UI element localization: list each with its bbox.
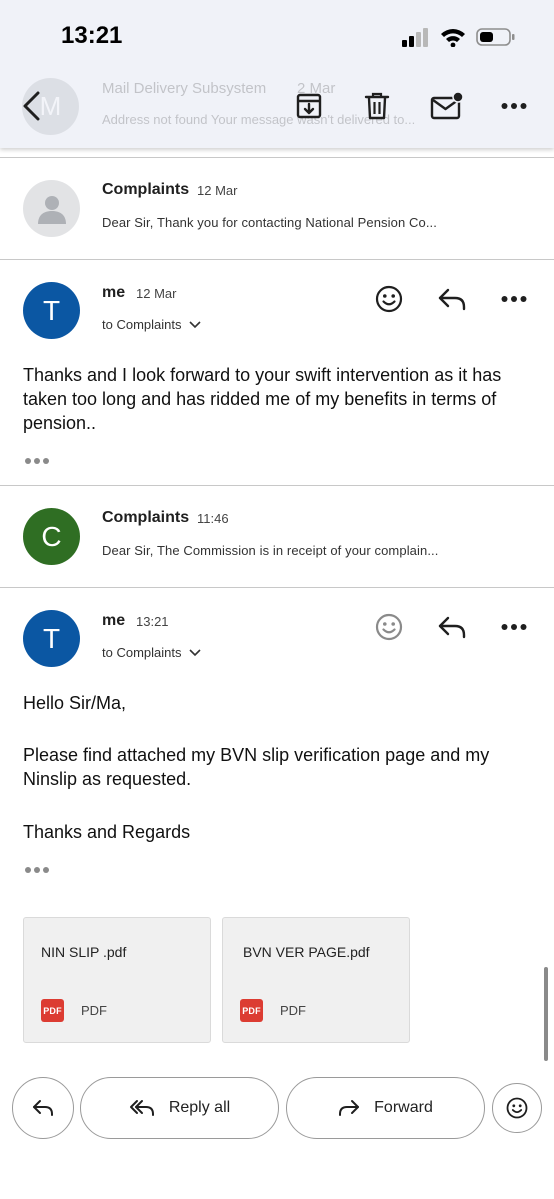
back-icon	[23, 91, 40, 121]
message-date: 12 Mar	[197, 183, 238, 198]
reply-all-button[interactable]: Reply all	[80, 1077, 279, 1139]
more-icon	[501, 103, 527, 109]
attachment-card[interactable]: BVN VER PAGE.pdf PDF PDF	[222, 917, 410, 1043]
scrollbar[interactable]	[544, 967, 548, 1061]
add-reaction-button[interactable]	[371, 609, 407, 645]
expanded-message: T me 13:21 to Complaints Hello Sir/Ma, P…	[0, 588, 554, 908]
attachment-name: BVN VER PAGE.pdf	[243, 944, 370, 960]
reply-icon	[33, 1100, 53, 1116]
pdf-icon: PDF	[240, 999, 263, 1022]
chevron-down-icon	[189, 648, 202, 656]
pdf-icon: PDF	[41, 999, 64, 1022]
add-reaction-button[interactable]	[371, 281, 407, 317]
message-date: 13:21	[136, 614, 169, 629]
cellular-signal-icon	[402, 28, 428, 47]
back-button[interactable]	[14, 88, 50, 124]
delete-button[interactable]	[359, 88, 395, 124]
attachment-card[interactable]: NIN SLIP .pdf PDF PDF	[23, 917, 211, 1043]
sender-name: me	[102, 612, 126, 629]
reply-button[interactable]	[434, 609, 470, 645]
collapsed-message[interactable]: C Complaints 11:46 Dear Sir, The Commiss…	[0, 486, 554, 587]
recipients-label: to Complaints	[102, 645, 182, 660]
mark-unread-button[interactable]	[427, 88, 467, 124]
emoji-icon	[506, 1097, 528, 1119]
sender-name: Complaints	[102, 181, 190, 198]
forward-button[interactable]: Forward	[286, 1077, 485, 1139]
message-body: Thanks and I look forward to your swift …	[23, 365, 502, 433]
emoji-icon	[375, 285, 403, 313]
more-icon	[501, 624, 527, 630]
avatar: T	[23, 610, 80, 667]
more-options-button[interactable]	[496, 609, 532, 645]
battery-icon	[476, 28, 515, 46]
reply-all-label: Reply all	[168, 1099, 231, 1116]
avatar	[23, 180, 80, 237]
add-reaction-button[interactable]	[492, 1083, 542, 1133]
more-icon	[501, 296, 527, 302]
message-snippet: Dear Sir, The Commission is in receipt o…	[102, 543, 439, 558]
message-signoff: Thanks and Regards	[23, 822, 191, 842]
reply-all-icon	[129, 1100, 154, 1116]
mark-unread-icon	[430, 92, 464, 120]
sender-name: Complaints	[102, 509, 190, 526]
recipients-toggle[interactable]: to Complaints	[102, 317, 202, 332]
previous-sender: Mail Delivery Subsystem	[102, 80, 267, 97]
emoji-icon	[375, 613, 403, 641]
avatar: C	[23, 508, 80, 565]
archive-button[interactable]	[291, 88, 327, 124]
message-date: 12 Mar	[136, 286, 177, 301]
expanded-message: T me 12 Mar to Complaints Thanks and I l…	[0, 260, 554, 485]
more-options-button[interactable]	[496, 88, 532, 124]
forward-icon	[339, 1100, 360, 1116]
avatar: T	[23, 282, 80, 339]
recipients-toggle[interactable]: to Complaints	[102, 645, 202, 660]
recipients-label: to Complaints	[102, 317, 182, 332]
attachment-name: NIN SLIP .pdf	[41, 944, 127, 960]
reply-button[interactable]	[434, 281, 470, 317]
message-greeting: Hello Sir/Ma,	[23, 693, 127, 713]
top-app-bar: 13:21 M Mail Delivery Subsystem 2 Mar Ad…	[0, 0, 554, 148]
forward-label: Forward	[374, 1099, 433, 1116]
person-icon	[37, 195, 66, 224]
reply-button[interactable]	[12, 1077, 74, 1139]
trash-icon	[364, 92, 390, 120]
show-trimmed-content-button[interactable]	[25, 864, 51, 876]
status-icons	[402, 24, 516, 50]
show-trimmed-content-button[interactable]	[25, 455, 51, 467]
message-body: Please find attached my BVN slip verific…	[23, 745, 490, 789]
sender-name: me	[102, 284, 126, 301]
reply-icon	[438, 288, 466, 311]
wifi-icon	[441, 29, 465, 47]
chevron-down-icon	[189, 320, 202, 328]
attachment-type: PDF	[280, 1003, 306, 1018]
reply-icon	[438, 616, 466, 639]
collapsed-message[interactable]: Complaints 12 Mar Dear Sir, Thank you fo…	[0, 158, 554, 259]
more-options-button[interactable]	[496, 281, 532, 317]
attachment-type: PDF	[81, 1003, 107, 1018]
message-snippet: Dear Sir, Thank you for contacting Natio…	[102, 215, 437, 230]
status-time: 13:21	[61, 22, 123, 49]
archive-icon	[296, 93, 322, 119]
message-date: 11:46	[197, 511, 229, 526]
